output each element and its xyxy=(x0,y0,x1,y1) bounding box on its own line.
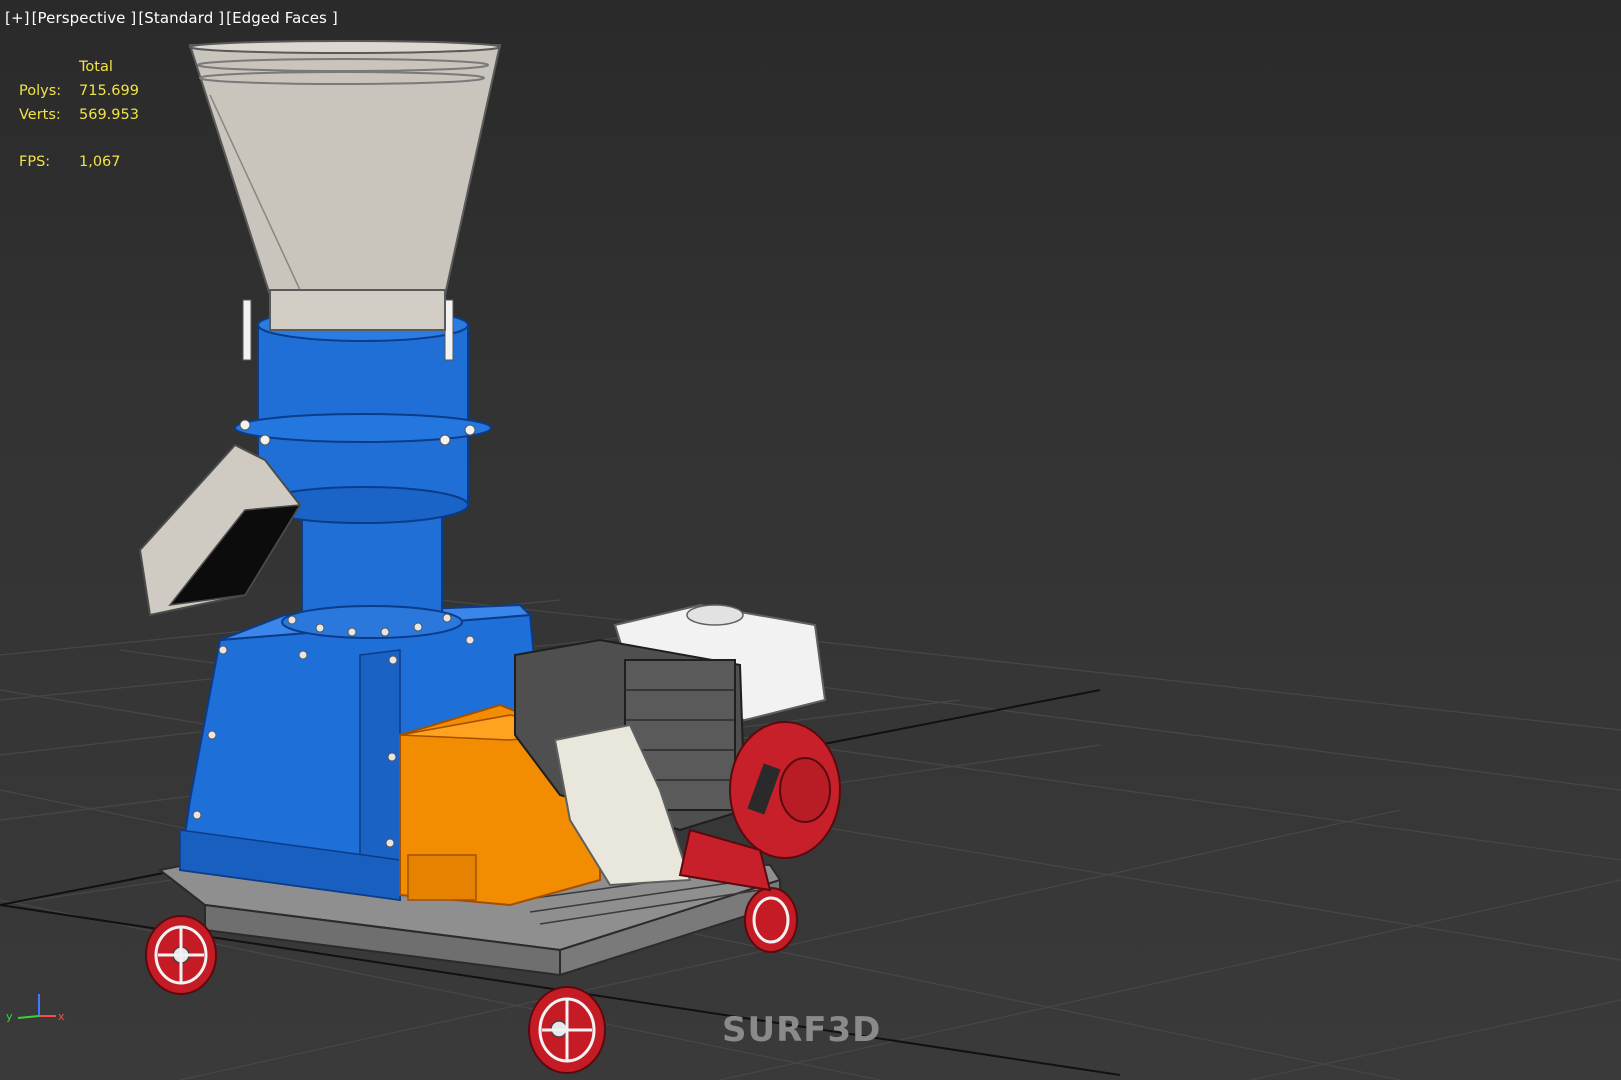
wheel-front-left xyxy=(145,915,217,995)
viewport-point-of-view-menu[interactable]: [Perspective ] xyxy=(32,9,137,27)
axis-x-label: x xyxy=(58,1010,65,1022)
verts-label: Verts: xyxy=(19,107,61,123)
viewport-label-bar: [+] [Perspective ] [Standard ] [Edged Fa… xyxy=(5,9,338,27)
fps-value: 1,067 xyxy=(79,154,121,170)
axis-tripod-icon: z x y xyxy=(6,992,65,1022)
axis-y-label: y xyxy=(6,1010,13,1022)
viewport-shading-mode-menu[interactable]: [Edged Faces ] xyxy=(226,9,338,27)
viewport-plus-menu[interactable]: [+] xyxy=(5,9,30,27)
stats-polys-row: Polys: 715.699 xyxy=(19,79,139,103)
scene-render[interactable] xyxy=(0,0,1621,1080)
wheel-rear-right xyxy=(744,887,798,953)
wheel-front-right xyxy=(528,986,606,1074)
axis-z-label: z xyxy=(37,992,43,994)
statistics-overlay: Total Polys: 715.699 Verts: 569.953 FPS: 1,… xyxy=(19,55,139,174)
fps-label: FPS: xyxy=(19,154,51,170)
grey-hopper xyxy=(188,40,502,331)
viewport-shading-preset-menu[interactable]: [Standard ] xyxy=(138,9,224,27)
stats-verts-row: Verts: 569.953 xyxy=(19,103,139,127)
surf3d-watermark: SURF3D xyxy=(722,1010,882,1050)
stats-fps-row: FPS: 1,067 xyxy=(19,150,139,174)
stats-header: Total xyxy=(79,59,113,75)
verts-value: 569.953 xyxy=(79,107,139,123)
3d-viewport[interactable]: [+] [Perspective ] [Standard ] [Edged Fa… xyxy=(0,0,1621,1080)
stats-header-row: Total xyxy=(19,55,139,79)
polys-label: Polys: xyxy=(19,83,62,99)
polys-value: 715.699 xyxy=(79,83,139,99)
